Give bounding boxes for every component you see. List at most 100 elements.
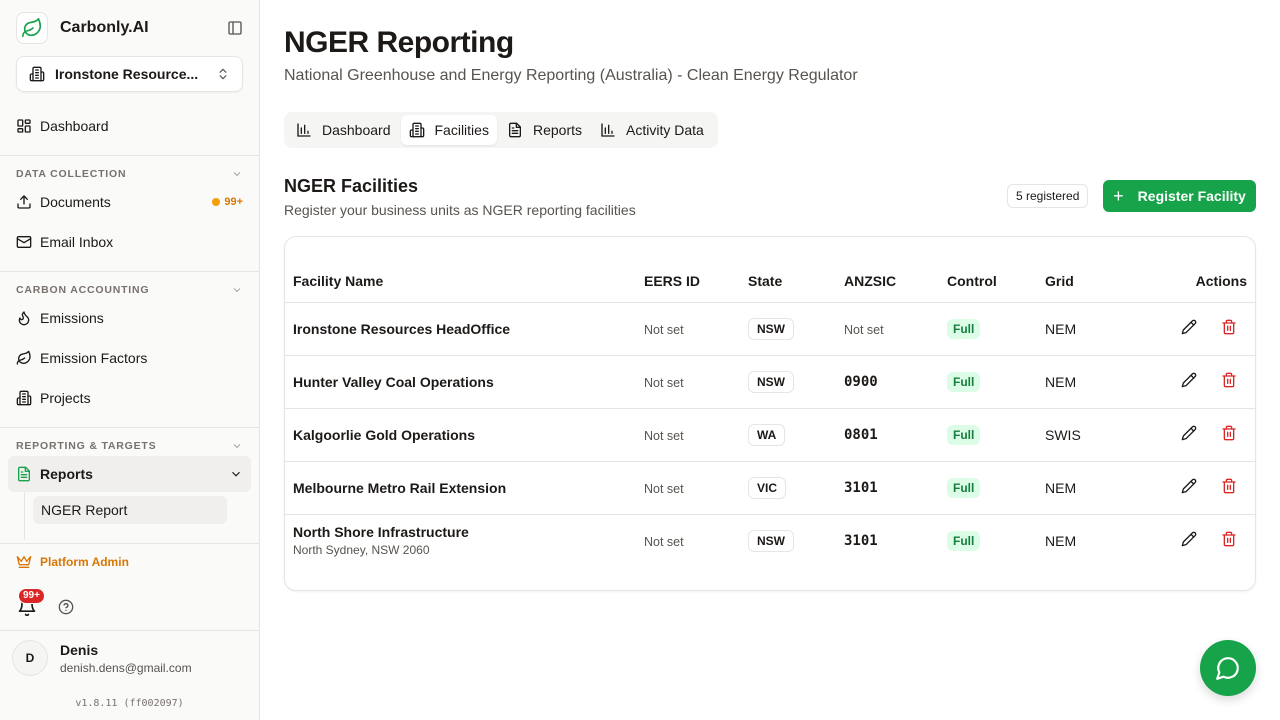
sidebar-subitem-nger-report[interactable]: NGER Report <box>33 496 227 524</box>
anzsic-code: 3101 <box>844 533 878 550</box>
bar-chart-icon <box>296 122 312 138</box>
documents-badge: 99+ <box>212 196 243 208</box>
facility-name: Ironstone Resources HeadOffice <box>293 320 511 337</box>
sidebar-item-label: Dashboard <box>40 118 109 134</box>
state-badge: VIC <box>748 476 787 499</box>
registered-count-badge: 5 registered <box>1007 184 1089 208</box>
control-badge: Full <box>947 371 981 392</box>
divider <box>0 543 259 544</box>
grid-value: SWIS <box>1045 426 1081 443</box>
eers-id: Not set <box>644 481 684 496</box>
sidebar-item-label: Emission Factors <box>40 350 148 366</box>
page-title: NGER Reporting <box>284 26 514 59</box>
grid-value: NEM <box>1045 479 1077 496</box>
table-row[interactable]: North Shore Infrastructure North Sydney,… <box>285 514 1255 567</box>
divider <box>0 630 259 631</box>
sidebar-subitem-label: NGER Report <box>41 502 128 518</box>
control-badge: Full <box>947 530 981 551</box>
sidebar-item-email-inbox[interactable]: Email Inbox <box>8 224 251 260</box>
organization-select[interactable]: Ironstone Resource... <box>16 56 243 92</box>
grid-value: NEM <box>1045 532 1077 549</box>
register-facility-button[interactable]: + Register Facility <box>1103 180 1256 212</box>
section-reporting-targets[interactable]: REPORTING & TARGETS <box>16 440 243 452</box>
tab-dashboard[interactable]: Dashboard <box>288 115 399 145</box>
app-version: v1.8.11 (ff002097) <box>75 698 184 709</box>
delete-trash-icon[interactable] <box>1221 372 1237 388</box>
section-carbon-accounting[interactable]: CARBON ACCOUNTING <box>16 284 243 296</box>
sidebar-toggle-icon[interactable] <box>227 20 243 36</box>
platform-admin-label: Platform Admin <box>40 555 129 569</box>
user-name: Denis <box>60 641 99 658</box>
facility-address: North Sydney, NSW 2060 <box>293 543 430 558</box>
building-icon <box>16 390 32 406</box>
table-row[interactable]: Kalgoorlie Gold Operations Not set WA 08… <box>285 408 1255 462</box>
eers-id: Not set <box>644 428 684 443</box>
grid-value: NEM <box>1045 320 1077 337</box>
delete-trash-icon[interactable] <box>1221 319 1237 335</box>
edit-pencil-icon[interactable] <box>1181 425 1197 441</box>
chat-button[interactable] <box>1200 640 1256 696</box>
chevron-down-icon <box>229 467 243 481</box>
mail-icon <box>16 234 32 250</box>
edit-pencil-icon[interactable] <box>1181 372 1197 388</box>
table-row[interactable]: Melbourne Metro Rail Extension Not set V… <box>285 461 1255 515</box>
anzsic-code: 0801 <box>844 427 878 443</box>
edit-pencil-icon[interactable] <box>1181 319 1197 335</box>
brand[interactable]: Carbonly.AI <box>16 12 149 44</box>
facilities-table-card: Facility Name EERS ID State ANZSIC Contr… <box>284 236 1256 591</box>
delete-trash-icon[interactable] <box>1221 478 1237 494</box>
section-data-collection[interactable]: DATA COLLECTION <box>16 168 243 180</box>
column-header-grid[interactable]: Grid <box>1045 261 1145 303</box>
leaf-icon <box>16 350 32 366</box>
state-badge: NSW <box>748 529 794 552</box>
table-row[interactable]: Hunter Valley Coal Operations Not set NS… <box>285 355 1255 409</box>
column-header-eers-id[interactable]: EERS ID <box>644 261 748 303</box>
divider <box>0 155 259 156</box>
chevrons-up-down-icon <box>216 67 230 81</box>
upload-icon <box>16 194 32 210</box>
file-text-icon <box>16 466 32 482</box>
eers-id: Not set <box>644 322 684 337</box>
tab-label: Facilities <box>434 122 489 138</box>
table-row[interactable]: Ironstone Resources HeadOffice Not set N… <box>285 302 1255 356</box>
column-header-anzsic[interactable]: ANZSIC <box>844 261 947 303</box>
tab-activity-data[interactable]: Activity Data <box>592 115 712 145</box>
anzsic-code: Not set <box>844 322 884 337</box>
tab-reports[interactable]: Reports <box>499 115 590 145</box>
tab-label: Activity Data <box>626 122 704 138</box>
column-header-actions: Actions <box>1145 261 1255 303</box>
delete-trash-icon[interactable] <box>1221 531 1237 547</box>
tab-bar: Dashboard Facilities Reports Activity Da… <box>284 112 718 148</box>
section-label: REPORTING & TARGETS <box>16 440 157 452</box>
state-badge: NSW <box>748 370 794 393</box>
chevron-down-icon <box>231 284 243 296</box>
state-badge: NSW <box>748 317 794 340</box>
sidebar-item-projects[interactable]: Projects <box>8 380 251 416</box>
sidebar-item-dashboard[interactable]: Dashboard <box>8 108 251 144</box>
page-subtitle: National Greenhouse and Energy Reporting… <box>284 67 858 84</box>
edit-pencil-icon[interactable] <box>1181 531 1197 547</box>
user-profile[interactable]: D Denis denish.dens@gmail.com <box>12 640 192 676</box>
sidebar-item-documents[interactable]: Documents 99+ <box>8 184 251 220</box>
control-badge: Full <box>947 318 981 339</box>
tab-facilities[interactable]: Facilities <box>400 115 497 145</box>
chevron-down-icon <box>231 168 243 180</box>
sidebar-item-label: Documents <box>40 194 111 210</box>
control-badge: Full <box>947 424 981 445</box>
column-header-facility-name[interactable]: Facility Name <box>285 261 644 303</box>
sidebar-item-emission-factors[interactable]: Emission Factors <box>8 340 251 376</box>
delete-trash-icon[interactable] <box>1221 425 1237 441</box>
sidebar-item-label: Reports <box>40 466 93 482</box>
platform-admin-link[interactable]: Platform Admin <box>16 554 129 570</box>
chevron-down-icon <box>231 440 243 452</box>
brand-name: Carbonly.AI <box>60 19 149 36</box>
sidebar-item-reports[interactable]: Reports <box>8 456 251 492</box>
divider <box>0 271 259 272</box>
help-circle-icon[interactable] <box>58 599 74 615</box>
column-header-state[interactable]: State <box>748 261 844 303</box>
sidebar-item-emissions[interactable]: Emissions <box>8 300 251 336</box>
sidebar-item-label: Projects <box>40 390 91 406</box>
layout-dashboard-icon <box>16 118 32 134</box>
edit-pencil-icon[interactable] <box>1181 478 1197 494</box>
column-header-control[interactable]: Control <box>947 261 1045 303</box>
